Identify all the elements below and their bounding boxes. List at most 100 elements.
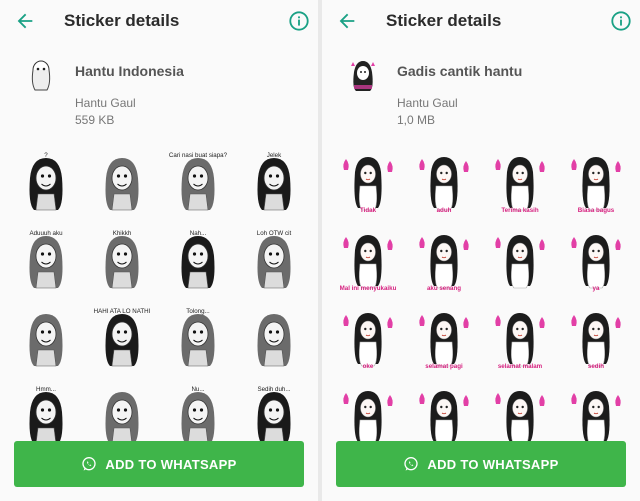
sticker-item[interactable]: Biasa bagus (566, 150, 626, 214)
sticker-image: Loh OTW cit (257, 230, 292, 289)
sticker-item[interactable]: aduh (414, 150, 474, 214)
sticker-image: aduh (419, 157, 469, 214)
whatsapp-icon (404, 457, 419, 471)
sticker-image: ? (29, 152, 63, 211)
pack-thumbnail (351, 61, 375, 91)
sticker-image (495, 391, 545, 445)
info-icon[interactable] (610, 10, 632, 32)
add-to-whatsapp-button[interactable]: ADD TO WHATSAPP (336, 441, 626, 487)
sticker-item[interactable]: Aku kaklan (414, 384, 474, 448)
sticker-caption: HAHI ATA LO NATHI (94, 308, 151, 315)
sticker-caption: Tidak (360, 207, 377, 214)
sticker-image: aku senang (419, 235, 469, 292)
sticker-caption: oke (363, 363, 374, 370)
sticker-item[interactable]: oke (338, 306, 398, 370)
sticker-image: Tidak (343, 157, 393, 214)
sticker-caption: Tolong... (186, 308, 210, 315)
sticker-caption: Jelek (267, 152, 282, 159)
sticker-item[interactable]: Nu... (168, 384, 228, 448)
sticker-image: Mal ini menyukaiku (340, 235, 397, 292)
sticker-image (105, 158, 139, 211)
sticker-details-panel-right: Sticker details Gadis cantik hantu Hantu… (322, 0, 640, 501)
sticker-item[interactable]: aku takut (338, 384, 398, 448)
sticker-caption: Nah... (190, 230, 207, 237)
sticker-item[interactable]: HAHI ATA LO NATHI (92, 306, 152, 370)
sticker-caption: ? (44, 152, 48, 159)
sticker-image: Nu... (181, 386, 215, 445)
sticker-image: Tolong... (181, 308, 215, 367)
sticker-image: Nah... (181, 230, 215, 289)
sticker-image: ya (571, 235, 621, 292)
arrow-back-icon[interactable] (14, 10, 36, 32)
sticker-item[interactable]: Hmm... (16, 384, 76, 448)
sticker-image: HAHI ATA LO NATHI (94, 308, 151, 367)
sticker-image: Cari nasi buat siapa? (169, 152, 228, 211)
sticker-item[interactable]: Terima kasih kawal (566, 384, 626, 448)
pack-size: 1,0 MB (397, 113, 436, 127)
pack-size: 559 KB (75, 113, 115, 127)
sticker-caption: Cari nasi buat siapa? (169, 152, 228, 159)
sticker-caption: Biasa bagus (578, 207, 615, 214)
sticker-item[interactable] (16, 306, 76, 370)
page-title: Sticker details (64, 11, 180, 30)
sticker-image: Khikkh (105, 230, 139, 289)
sticker-image: Biasa bagus (571, 157, 621, 214)
sticker-item[interactable] (92, 150, 152, 214)
sticker-caption: selamat malam (498, 363, 543, 370)
pack-name: Gadis cantik hantu (397, 63, 523, 79)
sticker-image: oke (343, 313, 393, 370)
sticker-item[interactable]: Nah... (168, 228, 228, 292)
sticker-item[interactable]: Cari nasi buat siapa? (168, 150, 228, 214)
sticker-item[interactable] (490, 228, 550, 292)
sticker-caption: Nu... (191, 386, 204, 393)
sticker-item[interactable]: ya (566, 228, 626, 292)
sticker-image: Terima kasih kawal (568, 391, 624, 448)
app-bar: Sticker details (0, 0, 318, 44)
sticker-item[interactable]: selamat malam (490, 306, 550, 370)
sticker-item[interactable]: sedih (566, 306, 626, 370)
sticker-caption: Sedih duh... (257, 386, 290, 393)
pack-name: Hantu Indonesia (75, 63, 184, 79)
sticker-item[interactable]: Khikkh (92, 228, 152, 292)
add-to-whatsapp-button[interactable]: ADD TO WHATSAPP (14, 441, 304, 487)
sticker-item[interactable] (244, 306, 304, 370)
button-label: ADD TO WHATSAPP (105, 456, 237, 472)
arrow-back-icon[interactable] (336, 10, 358, 32)
sticker-image (105, 392, 139, 445)
sticker-caption: aku senang (427, 285, 461, 292)
sticker-item[interactable]: Aduuuh aku (16, 228, 76, 292)
sticker-image: Jelek (257, 152, 291, 211)
sticker-image (257, 314, 291, 367)
sticker-item[interactable]: aku senang (414, 228, 474, 292)
sticker-caption: sedih (588, 363, 604, 370)
page-title: Sticker details (386, 11, 502, 30)
app-bar: Sticker details (322, 0, 640, 44)
sticker-item[interactable]: Mal ini menyukaiku (338, 228, 398, 292)
sticker-image: aku takut (343, 391, 393, 448)
sticker-image: selamat malam (495, 313, 545, 370)
sticker-item[interactable] (490, 384, 550, 448)
sticker-image (29, 314, 63, 367)
sticker-image: Hmm... (29, 386, 63, 445)
sticker-item[interactable]: ? (16, 150, 76, 214)
sticker-item[interactable]: Terima kasih (490, 150, 550, 214)
sticker-caption: selamat pagi (425, 363, 463, 370)
pack-author: Hantu Gaul (75, 96, 136, 110)
sticker-caption: aduh (437, 207, 452, 214)
sticker-item[interactable]: Loh OTW cit (244, 228, 304, 292)
sticker-grid: Tidak aduh Terima kasih Biasa bagus Mal ini … (338, 150, 628, 448)
sticker-item[interactable]: Sedih duh... (244, 384, 304, 448)
whatsapp-icon (82, 457, 97, 471)
sticker-caption: Aduuuh aku (29, 230, 63, 237)
sticker-image: Terima kasih (495, 157, 545, 214)
sticker-image (495, 235, 545, 289)
sticker-item[interactable]: Tidak (338, 150, 398, 214)
sticker-item[interactable] (92, 384, 152, 448)
sticker-image: Sedih duh... (257, 386, 291, 445)
button-label: ADD TO WHATSAPP (427, 456, 559, 472)
sticker-caption: Loh OTW cit (257, 230, 292, 237)
sticker-item[interactable]: selamat pagi (414, 306, 474, 370)
info-icon[interactable] (288, 10, 310, 32)
sticker-item[interactable]: Tolong... (168, 306, 228, 370)
sticker-item[interactable]: Jelek (244, 150, 304, 214)
